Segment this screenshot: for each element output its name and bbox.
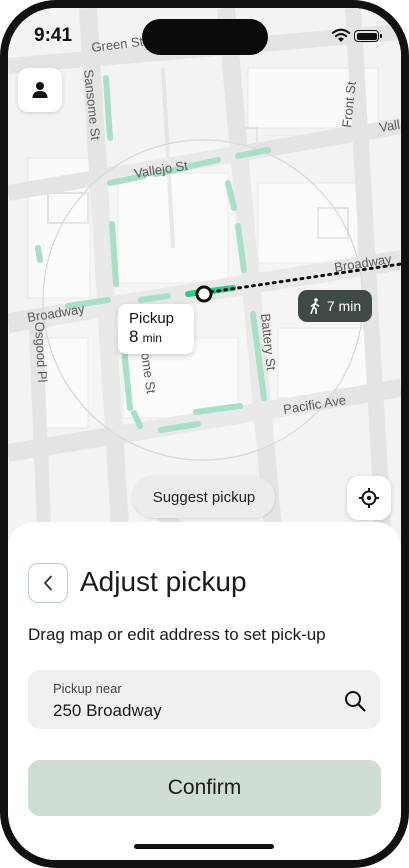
pickup-address-value[interactable]: 250 Broadway <box>53 701 162 721</box>
walk-time-badge: 7 min <box>298 290 372 322</box>
street-label-osgood: Osgood Pl <box>32 321 50 383</box>
pickup-pin[interactable] <box>195 285 213 303</box>
walking-person-icon <box>310 298 320 314</box>
search-icon[interactable] <box>343 689 367 713</box>
dynamic-island <box>142 19 268 55</box>
street-label-vallejo-right: Vall <box>378 117 401 135</box>
walk-time-text: 7 min <box>326 298 362 314</box>
recenter-button[interactable] <box>347 476 391 520</box>
home-indicator <box>134 844 274 849</box>
status-bar: 9:41 <box>8 8 401 64</box>
profile-button[interactable] <box>18 68 62 112</box>
sheet-title: Adjust pickup <box>80 566 247 597</box>
person-icon <box>32 82 48 98</box>
crosshair-icon <box>359 488 379 508</box>
confirm-button[interactable]: Confirm <box>28 760 381 816</box>
back-button[interactable] <box>28 563 68 603</box>
pickup-eta-unit: min <box>142 331 162 345</box>
status-time: 9:41 <box>34 25 73 46</box>
map-canvas[interactable]: Green St Sansome St Vallejo St Vall Fron… <box>8 8 401 534</box>
phone-frame: 9:41 Green St Sansome St Vallejo St Vall… <box>0 0 409 868</box>
pickup-address-label: Pickup near <box>53 681 122 696</box>
pickup-eta-title: Pickup <box>129 310 175 327</box>
chevron-left-icon <box>44 575 52 591</box>
pickup-eta-label: Pickup 8 min <box>118 304 194 354</box>
pickup-eta-minutes: 8 <box>129 327 139 346</box>
map-view[interactable]: Green St Sansome St Vallejo St Vall Fron… <box>8 8 401 534</box>
battery-icon <box>354 30 382 42</box>
suggest-pickup-button[interactable]: Suggest pickup <box>133 476 275 518</box>
screen: 9:41 Green St Sansome St Vallejo St Vall… <box>8 8 401 860</box>
adjust-pickup-sheet: Adjust pickup Drag map or edit address t… <box>8 522 401 860</box>
pickup-address-field[interactable]: Pickup near 250 Broadway <box>28 670 380 729</box>
sheet-instructions: Drag map or edit address to set pick-up <box>28 625 326 644</box>
wifi-icon <box>331 28 351 42</box>
